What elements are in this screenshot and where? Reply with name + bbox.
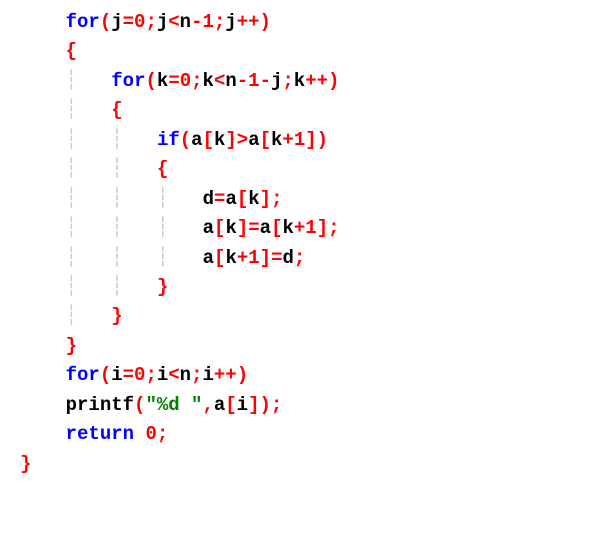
code-line: ┆ {: [20, 96, 602, 125]
code-line: ┆ ┆ {: [20, 155, 602, 184]
code-line: ┆ }: [20, 302, 602, 331]
code-line: ┆ ┆ if(a[k]>a[k+1]): [20, 126, 602, 155]
code-line: ┆ ┆ ┆ d=a[k];: [20, 185, 602, 214]
code-line: ┆ ┆ ┆ a[k+1]=d;: [20, 244, 602, 273]
code-line: }: [20, 332, 602, 361]
code-line: for(j=0;j<n-1;j++): [20, 8, 602, 37]
code-line: }: [20, 450, 602, 479]
code-line: ┆ for(k=0;k<n-1-j;k++): [20, 67, 602, 96]
code-line: ┆ ┆ ┆ a[k]=a[k+1];: [20, 214, 602, 243]
code-line: printf("%d ",a[i]);: [20, 391, 602, 420]
code-line: return 0;: [20, 420, 602, 449]
code-line: for(i=0;i<n;i++): [20, 361, 602, 390]
code-line: {: [20, 37, 602, 66]
code-line: ┆ ┆ }: [20, 273, 602, 302]
code-block: for(j=0;j<n-1;j++) { ┆ for(k=0;k<n-1-j;k…: [20, 8, 602, 479]
